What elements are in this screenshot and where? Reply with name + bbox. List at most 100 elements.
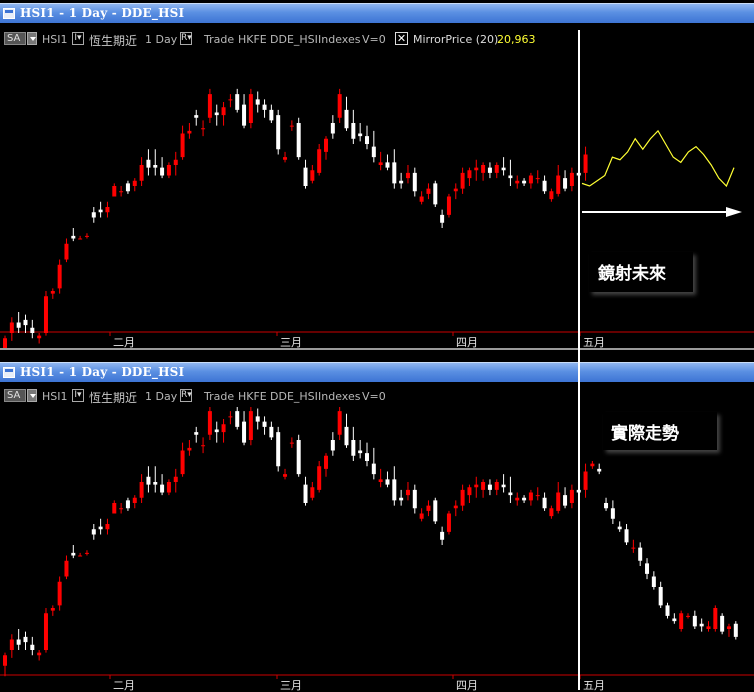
candle-body [508, 175, 513, 179]
chart-toolbar-1: SA HSI1 I▾ 恆生期近 1 Day R▾ Trade HKFE DDE_… [0, 30, 754, 48]
candle-body [583, 154, 588, 173]
candle-body [105, 524, 110, 530]
symbol-dropdown-icon[interactable]: I▾ [72, 389, 84, 402]
candle-body [160, 167, 165, 176]
candle-body [638, 547, 643, 561]
candle-body [180, 450, 185, 475]
candle-body [207, 411, 212, 435]
candle-body [378, 162, 383, 165]
candle-body [392, 479, 397, 501]
candle-body [344, 426, 349, 446]
candle-body [412, 172, 417, 192]
candle-body [460, 172, 465, 189]
candle-body [146, 476, 151, 485]
candle-body [358, 450, 363, 454]
candle-body [494, 482, 499, 490]
candle-body [269, 109, 274, 121]
symbol-label: HSI1 [42, 33, 68, 46]
candle-body [508, 492, 513, 496]
candle-body [262, 421, 267, 427]
candle-body [337, 94, 342, 118]
indicator-checkbox[interactable]: ✕ [395, 32, 408, 45]
candle-body [542, 180, 547, 192]
annotation-actual-trend: 實際走勢 [611, 424, 679, 444]
candle-body [201, 128, 206, 130]
candle-body [481, 482, 486, 490]
candle-body [201, 445, 206, 447]
candle-body [679, 613, 684, 629]
candle-body [610, 508, 615, 519]
interval-dropdown-icon[interactable]: R▾ [180, 389, 192, 402]
candle-body [405, 172, 410, 179]
candle-body [283, 157, 288, 160]
candle-body [132, 497, 137, 503]
candle-body [91, 529, 96, 535]
candle-body [364, 136, 369, 144]
candle-body [119, 191, 124, 193]
interval-dropdown-icon[interactable]: R▾ [180, 32, 192, 45]
candle-body [385, 162, 390, 168]
candle-body [78, 555, 83, 557]
chart-window-titlebar-2[interactable]: HSI1 - 1 Day - DDE_HSI [0, 362, 754, 382]
candle-body [330, 123, 335, 134]
candle-body [98, 526, 103, 530]
x-axis-tick-label: 五月 [583, 679, 605, 692]
panel-divider [0, 348, 754, 350]
candle-body [132, 180, 137, 186]
candle-body [166, 482, 171, 493]
candle-body [392, 162, 397, 184]
candle-body [317, 149, 322, 173]
candle-body [446, 513, 451, 532]
candle-body [371, 146, 376, 158]
candle-body [283, 474, 288, 477]
candle-body [399, 497, 404, 501]
candle-body [692, 615, 697, 627]
candle-body [487, 484, 492, 490]
symbol-dropdown-icon[interactable]: I▾ [72, 32, 84, 45]
candle-body [563, 178, 568, 189]
candle-body [453, 505, 458, 509]
candle-body [296, 123, 301, 158]
candle-body [317, 466, 322, 490]
chevron-down-icon[interactable] [27, 389, 37, 402]
candle-body [43, 296, 48, 333]
chevron-down-icon[interactable] [27, 32, 37, 45]
candle-body [23, 636, 28, 643]
candle-body [501, 484, 506, 488]
candle-body [440, 531, 445, 540]
candle-body [228, 99, 233, 101]
volume-label: V=0 [362, 33, 386, 46]
x-axis-tick-label: 五月 [583, 336, 605, 348]
candle-body [303, 484, 308, 503]
candle-body [153, 165, 158, 168]
candle-body [78, 238, 83, 240]
candle-body [303, 167, 308, 186]
candle-body [153, 482, 158, 485]
candle-body [139, 165, 144, 181]
interval-label: 1 Day [145, 33, 178, 46]
candle-body [569, 172, 574, 186]
candle-body [330, 440, 335, 451]
candle-body [310, 170, 315, 181]
candle-body [207, 94, 212, 118]
candle-body [276, 115, 281, 150]
candle-body [337, 411, 342, 435]
exchange-label: HKFE [238, 390, 267, 403]
period-selector[interactable]: SA [4, 389, 26, 402]
candle-body [16, 639, 21, 645]
candle-body [310, 487, 315, 498]
candle-body [173, 159, 178, 165]
candle-body [242, 104, 247, 126]
candle-body [515, 497, 520, 501]
candle-body [358, 133, 363, 137]
chart-window-titlebar-1[interactable]: HSI1 - 1 Day - DDE_HSI [0, 3, 754, 23]
candle-body [467, 487, 472, 496]
candle-body [3, 655, 7, 666]
candle-body [713, 608, 718, 629]
candle-body [98, 209, 103, 213]
x-axis-tick-label: 四月 [456, 336, 478, 348]
annotation-mirror-future: 鏡射未來 [598, 264, 666, 284]
candle-body [37, 652, 42, 656]
period-selector[interactable]: SA [4, 32, 26, 45]
candlestick-chart-1: 二月 三月 四月 五月 [0, 88, 754, 348]
